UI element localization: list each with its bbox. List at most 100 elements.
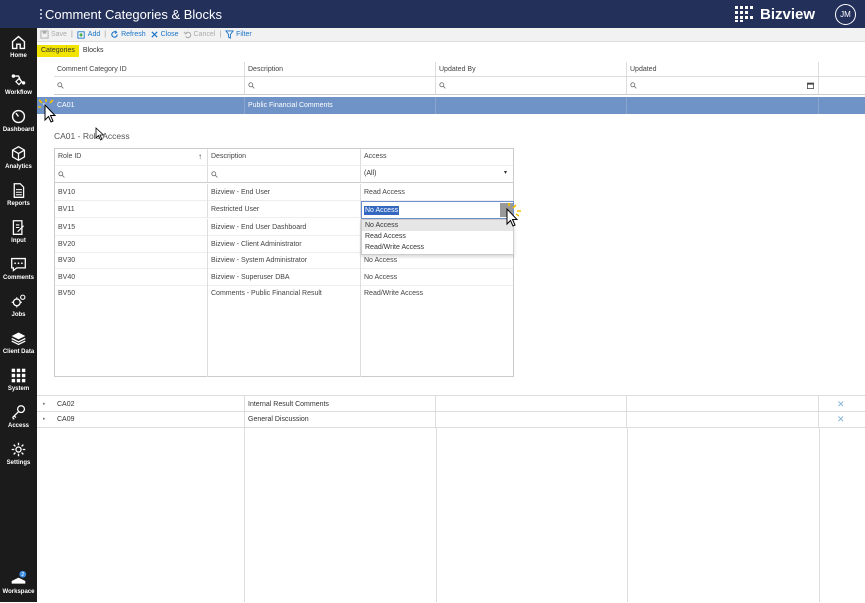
- refresh-icon: [111, 30, 118, 38]
- dropdown-option[interactable]: No Access: [362, 220, 513, 231]
- column-header-role-id[interactable]: Role ID ↑: [55, 149, 208, 165]
- dropdown-option[interactable]: Read/Write Access: [362, 242, 513, 253]
- filter-updated[interactable]: [627, 77, 819, 94]
- filter-category-id[interactable]: [54, 77, 245, 94]
- cell-updated: [627, 97, 819, 114]
- sort-ascending-icon: ↑: [198, 152, 202, 161]
- tab-bar: Categories Blocks: [37, 45, 107, 58]
- column-header-updated[interactable]: Updated: [627, 62, 819, 77]
- dropdown-option[interactable]: Read Access: [362, 231, 513, 242]
- table-row[interactable]: BV10 Bizview - End User Read Access: [55, 184, 513, 201]
- access-filter-select[interactable]: (All) ▾: [361, 165, 513, 183]
- filter-button[interactable]: Filter: [225, 30, 252, 39]
- undo-icon: [183, 31, 191, 39]
- access-edit-combobox[interactable]: No Access: [361, 201, 514, 219]
- column-divider: [360, 302, 361, 377]
- grip-icon[interactable]: [40, 9, 42, 19]
- search-icon: [439, 82, 446, 89]
- reports-icon: [13, 183, 25, 198]
- search-icon: [58, 171, 65, 178]
- sidebar-item-workflow[interactable]: Workflow: [0, 68, 37, 104]
- sidebar-item-home[interactable]: Home: [0, 31, 37, 67]
- sidebar-item-access[interactable]: Access: [0, 401, 37, 437]
- close-button[interactable]: Close: [150, 30, 179, 39]
- client-data-icon: [11, 332, 26, 346]
- grid-filter-row: [54, 77, 865, 95]
- delete-row-icon[interactable]: ✕: [837, 411, 845, 428]
- table-row[interactable]: ▸ CA09 General Discussion ✕: [37, 411, 865, 428]
- search-icon: [57, 82, 64, 89]
- system-icon: [11, 368, 26, 383]
- table-row[interactable]: ▾ CA01 Public Financial Comments: [37, 97, 865, 114]
- table-row[interactable]: ▸ CA02 Internal Result Comments ✕: [37, 395, 865, 413]
- sidebar-item-workspace[interactable]: 2 Workspace: [0, 567, 37, 603]
- home-icon: [11, 35, 26, 50]
- avatar[interactable]: JM: [835, 4, 856, 25]
- cancel-button[interactable]: Cancel: [183, 30, 215, 39]
- input-icon: [12, 220, 24, 235]
- sidebar: Home Workflow Dashboard Analytics Report…: [0, 28, 37, 602]
- role-access-grid: Role ID ↑ Description Access (All) ▾ BV1…: [54, 148, 514, 377]
- tab-blocks[interactable]: Blocks: [79, 45, 108, 57]
- filter-updated-by[interactable]: [436, 77, 627, 94]
- bizview-logo-icon: [735, 6, 753, 22]
- toolbar-separator: |: [104, 31, 107, 38]
- filter-icon: [225, 30, 235, 39]
- close-icon: [150, 31, 158, 38]
- detail-title: CA01 - Role Access: [54, 131, 130, 141]
- top-bar: Comment Categories & Blocks Bizview JM: [0, 0, 865, 28]
- grid-header: Comment Category ID Description Updated …: [54, 62, 865, 77]
- sidebar-item-input[interactable]: Input: [0, 216, 37, 252]
- expand-arrow-icon[interactable]: ▸: [43, 411, 46, 428]
- column-divider: [207, 302, 208, 377]
- add-button[interactable]: Add: [77, 30, 100, 39]
- filter-role-description[interactable]: [208, 165, 361, 183]
- mouse-cursor-icon: [38, 99, 57, 123]
- calendar-icon[interactable]: [807, 82, 814, 89]
- column-header-updated-by[interactable]: Updated By: [436, 62, 627, 77]
- column-header-role-description[interactable]: Description: [208, 149, 361, 165]
- column-header-category-id[interactable]: Comment Category ID: [54, 62, 245, 77]
- sidebar-item-reports[interactable]: Reports: [0, 179, 37, 215]
- add-icon: [77, 31, 85, 39]
- column-header-description[interactable]: Description: [245, 62, 436, 77]
- analytics-icon: [11, 145, 26, 162]
- access-dropdown-list: No Access Read Access Read/Write Access: [361, 219, 514, 255]
- workspace-icon: 2: [11, 570, 27, 584]
- toolbar-separator: |: [70, 31, 73, 38]
- column-header-access[interactable]: Access: [361, 149, 513, 165]
- table-row[interactable]: BV40 Bizview - Superuser DBA No Access: [55, 269, 513, 286]
- workflow-icon: [11, 74, 26, 86]
- page-title: Comment Categories & Blocks: [45, 7, 223, 22]
- brand-name: Bizview: [760, 5, 816, 23]
- cell-updated-by: [436, 97, 627, 114]
- sidebar-item-comments[interactable]: Comments: [0, 253, 37, 289]
- filter-description[interactable]: [245, 77, 436, 94]
- table-row[interactable]: BV50 Comments - Public Financial Result …: [55, 285, 513, 302]
- refresh-button[interactable]: Refresh: [110, 30, 146, 39]
- mouse-cursor-icon: [506, 203, 521, 227]
- sidebar-item-settings[interactable]: Settings: [0, 438, 37, 474]
- brand-logo: Bizview: [734, 4, 815, 24]
- dashboard-icon: [11, 109, 26, 124]
- sidebar-item-jobs[interactable]: Jobs: [0, 290, 37, 326]
- filter-role-id[interactable]: [55, 165, 208, 183]
- sidebar-item-dashboard[interactable]: Dashboard: [0, 105, 37, 141]
- search-icon: [248, 82, 255, 89]
- sidebar-item-analytics[interactable]: Analytics: [0, 142, 37, 178]
- cell-description: Public Financial Comments: [245, 97, 436, 114]
- gear-icon: [11, 442, 26, 457]
- mouse-pointer-icon: [95, 127, 105, 141]
- comments-icon: [11, 257, 26, 272]
- toolbar-separator: |: [219, 31, 222, 38]
- sidebar-item-system[interactable]: System: [0, 364, 37, 400]
- column-divider: [819, 428, 820, 602]
- save-button[interactable]: Save: [40, 30, 67, 39]
- jobs-icon: [11, 294, 26, 308]
- save-icon: [40, 30, 49, 39]
- sidebar-item-client-data[interactable]: Client Data: [0, 327, 37, 363]
- tab-categories[interactable]: Categories: [37, 45, 79, 57]
- column-divider: [244, 428, 245, 602]
- cell-category-id: CA01: [54, 97, 245, 114]
- key-icon: [12, 405, 26, 420]
